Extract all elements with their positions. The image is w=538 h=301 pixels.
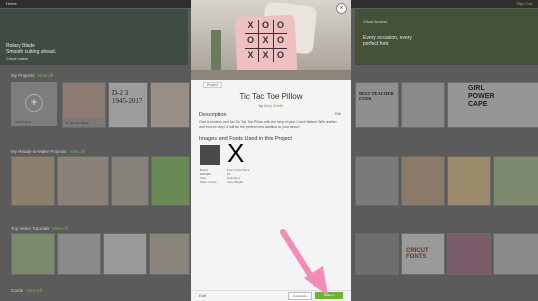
project-thumbnail-text: GIRL POWER CAPE bbox=[468, 85, 495, 108]
project-card[interactable] bbox=[401, 82, 445, 128]
project-title: Tic Tac Toe Pillow bbox=[239, 92, 303, 101]
banner-brand: Cricut maker bbox=[6, 56, 29, 61]
view-all-link[interactable]: View All bbox=[70, 149, 86, 154]
tic-tac-toe-design: XOO OXO XXO bbox=[243, 18, 289, 64]
plus-icon: + bbox=[25, 94, 43, 112]
banner-rotary-blade[interactable]: Rotary Blade Smooth cutting ahead. Cricu… bbox=[0, 9, 188, 65]
project-description: Give a modern and fun Tic Tac Toe Pillow… bbox=[199, 120, 337, 129]
banner-text-right: Every occasion, every perfect font. bbox=[363, 35, 412, 47]
video-card[interactable] bbox=[355, 233, 399, 275]
ready-card[interactable] bbox=[111, 156, 149, 206]
font-glyph-x[interactable]: X bbox=[227, 140, 244, 166]
image-meta: Board #M4482 Plus Make it Now bbox=[200, 168, 217, 184]
ready-card[interactable] bbox=[447, 156, 491, 206]
home-link[interactable]: Home bbox=[6, 1, 17, 6]
section-title: My Ready-to-Make Projects bbox=[11, 149, 67, 154]
section-my-projects: My Projects View All bbox=[11, 73, 53, 78]
plant-decor bbox=[211, 30, 221, 75]
ready-card[interactable] bbox=[57, 156, 109, 206]
ready-card[interactable] bbox=[355, 156, 399, 206]
new-project-label: New Project bbox=[15, 120, 32, 124]
project-card[interactable] bbox=[150, 82, 190, 128]
project-thumbnail-text: D-2 3 1945-2017 bbox=[112, 89, 143, 105]
project-type-badge: Project bbox=[203, 82, 222, 88]
ready-card[interactable] bbox=[401, 156, 445, 206]
close-icon[interactable]: × bbox=[336, 3, 347, 14]
ready-card[interactable] bbox=[151, 156, 190, 206]
video-thumbnail-text: CRICUT FONTS bbox=[406, 248, 429, 260]
video-card[interactable] bbox=[447, 233, 491, 275]
video-card[interactable] bbox=[493, 233, 538, 275]
by-label: by bbox=[258, 103, 263, 108]
banner-brand-right: Cricut Access bbox=[363, 19, 388, 24]
description-heading: Description bbox=[199, 112, 227, 118]
section-cards: Cards View All bbox=[11, 288, 42, 293]
section-videos: Top Video Tutorials View All bbox=[11, 226, 68, 231]
edit-link-top[interactable]: Edit bbox=[335, 112, 341, 116]
project-card[interactable]: BEST TEACHER EVER bbox=[355, 82, 399, 128]
video-card[interactable] bbox=[11, 233, 55, 275]
banner-text: Rotary Blade Smooth cutting ahead. bbox=[6, 43, 57, 55]
project-byline: by Amy Smith bbox=[191, 103, 351, 108]
project-thumbnail bbox=[63, 83, 105, 118]
video-card[interactable] bbox=[103, 233, 147, 275]
author-link[interactable]: Amy Smith bbox=[264, 103, 283, 108]
make-it-button[interactable]: Make It bbox=[315, 292, 343, 299]
project-card[interactable]: GIRL POWER CAPE bbox=[447, 82, 538, 128]
edit-link[interactable]: Edit bbox=[199, 293, 206, 298]
ready-card[interactable] bbox=[11, 156, 55, 206]
section-title: Cards bbox=[11, 288, 24, 293]
font-meta: Font Cricut Sans #T Unlimited Font Weigh… bbox=[227, 168, 250, 184]
project-card[interactable]: Tic Tac Toe Pillow bbox=[62, 82, 106, 128]
project-card-title: Tic Tac Toe Pillow bbox=[65, 121, 89, 125]
shelf bbox=[191, 70, 351, 80]
customize-button[interactable]: Customize bbox=[288, 292, 312, 300]
view-all-link[interactable]: View All bbox=[26, 288, 42, 293]
project-hero-image: XOO OXO XXO bbox=[191, 0, 351, 80]
images-fonts-heading: Images and Fonts Used in this Project bbox=[199, 136, 292, 142]
view-all-link[interactable]: View All bbox=[38, 73, 54, 78]
video-card[interactable]: CRICUT FONTS bbox=[401, 233, 445, 275]
project-detail-modal: XOO OXO XXO × Project Tic Tac Toe Pillow… bbox=[191, 0, 351, 301]
new-project-card[interactable]: + New Project bbox=[11, 82, 57, 126]
project-thumbnail-text: BEST TEACHER EVER bbox=[359, 91, 394, 101]
project-card[interactable]: D-2 3 1945-2017 bbox=[108, 82, 148, 128]
section-title: Top Video Tutorials bbox=[11, 226, 50, 231]
video-card[interactable] bbox=[149, 233, 190, 275]
section-ready-to-make: My Ready-to-Make Projects View All bbox=[11, 149, 85, 154]
sign-out-link[interactable]: Sign Out bbox=[516, 1, 532, 6]
section-title: My Projects bbox=[11, 73, 35, 78]
banner-promo-right[interactable]: Every occasion, every perfect font. Cric… bbox=[355, 9, 538, 65]
ready-card[interactable] bbox=[493, 156, 538, 206]
video-card[interactable] bbox=[57, 233, 101, 275]
view-all-link[interactable]: View All bbox=[52, 226, 68, 231]
image-swatch[interactable] bbox=[200, 145, 220, 165]
